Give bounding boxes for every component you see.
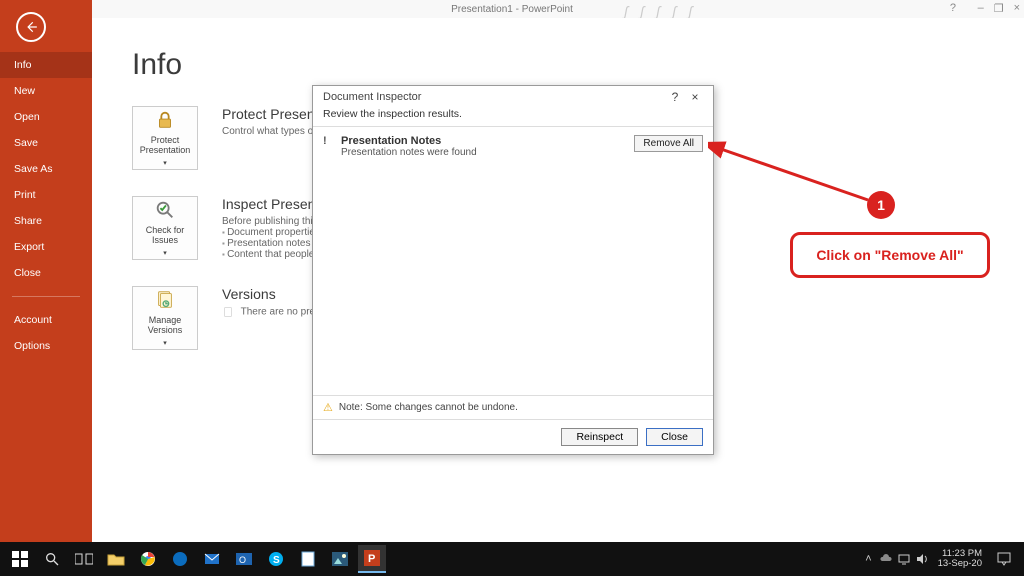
dialog-titlebar[interactable]: Document Inspector ? × (313, 86, 713, 106)
search-icon (44, 551, 60, 567)
task-view-icon (75, 552, 93, 566)
document-inspector-dialog: Document Inspector ? × Review the inspec… (312, 85, 714, 455)
mail-button[interactable] (198, 545, 226, 573)
nav-saveas[interactable]: Save As (0, 156, 92, 182)
remove-all-button[interactable]: Remove All (634, 135, 703, 152)
nav-new[interactable]: New (0, 78, 92, 104)
svg-text:O: O (239, 555, 246, 565)
dialog-close-button[interactable]: Close (646, 428, 703, 446)
annotation-callout: Click on "Remove All" (790, 232, 990, 278)
dialog-subtitle: Review the inspection results. (313, 106, 713, 127)
window-title: Presentation1 - PowerPoint (451, 4, 573, 15)
taskbar-date: 13-Sep-20 (938, 559, 982, 569)
nav-open[interactable]: Open (0, 104, 92, 130)
versions-icon (154, 289, 176, 311)
edge-button[interactable] (166, 545, 194, 573)
powerpoint-icon: P (364, 550, 380, 566)
notepad-icon (301, 551, 315, 567)
window-titlebar: Presentation1 - PowerPoint ? – ❐ × ʃʃʃʃʃ (0, 0, 1024, 18)
check-for-issues-button[interactable]: Check for Issues ▾ (132, 196, 198, 260)
protect-presentation-button[interactable]: Protect Presentation ▾ (132, 106, 198, 170)
lock-icon (154, 109, 176, 131)
protect-btn-label: Protect Presentation (133, 135, 197, 155)
nav-options[interactable]: Options (0, 333, 92, 359)
network-icon[interactable] (898, 553, 910, 565)
warning-icon: ⚠ (323, 401, 333, 414)
outlook-icon: O (236, 551, 252, 567)
inspection-result-row: ! Presentation Notes Presentation notes … (323, 135, 703, 158)
dialog-title: Document Inspector (323, 91, 421, 103)
edge-icon (172, 551, 188, 567)
notification-icon (997, 552, 1011, 566)
outlook-button[interactable]: O (230, 545, 258, 573)
page-title: Info (132, 48, 984, 82)
annotation-step-number: 1 (867, 191, 895, 219)
nav-export[interactable]: Export (0, 234, 92, 260)
chrome-icon (140, 551, 156, 567)
taskbar-left: O S P (6, 545, 386, 573)
alert-bang-icon: ! (323, 135, 333, 147)
nav-info[interactable]: Info (0, 52, 92, 78)
nav-save[interactable]: Save (0, 130, 92, 156)
backstage-sidebar: Info New Open Save Save As Print Share E… (0, 0, 92, 542)
nav-divider (12, 296, 80, 297)
svg-text:P: P (368, 553, 375, 565)
onedrive-icon[interactable] (880, 553, 892, 565)
taskbar-right: ˄ 11:23 PM 13-Sep-20 (865, 545, 1018, 573)
help-icon[interactable]: ? (950, 2, 956, 14)
magnifier-check-icon (154, 199, 176, 221)
svg-text:S: S (273, 555, 280, 566)
photos-button[interactable] (326, 545, 354, 573)
result-subtext: Presentation notes were found (341, 147, 626, 158)
tray-expand-icon[interactable]: ˄ (865, 553, 871, 565)
photos-icon (332, 552, 348, 566)
file-explorer-button[interactable] (102, 545, 130, 573)
notepad-button[interactable] (294, 545, 322, 573)
taskbar-clock[interactable]: 11:23 PM 13-Sep-20 (938, 549, 982, 569)
search-button[interactable] (38, 545, 66, 573)
nav-account[interactable]: Account (0, 307, 92, 333)
back-arrow-icon (24, 20, 38, 34)
mail-icon (204, 551, 220, 567)
dialog-body: ! Presentation Notes Presentation notes … (313, 127, 713, 395)
caret-icon: ▾ (163, 249, 167, 257)
nav-share[interactable]: Share (0, 208, 92, 234)
notification-center-button[interactable] (990, 545, 1018, 573)
windows-icon (12, 551, 28, 567)
reinspect-button[interactable]: Reinspect (561, 428, 638, 446)
task-view-button[interactable] (70, 545, 98, 573)
minimize-button[interactable]: – (978, 2, 984, 15)
inspect-btn-label: Check for Issues (133, 225, 197, 245)
dialog-close-x[interactable]: × (685, 90, 705, 104)
taskbar[interactable]: O S P ˄ 11:23 PM 13-Sep-20 (0, 542, 1024, 576)
dialog-footer: Reinspect Close (313, 419, 713, 454)
window-close-button[interactable]: × (1014, 2, 1020, 15)
folder-icon (107, 552, 125, 566)
dialog-help-button[interactable]: ? (665, 90, 685, 104)
powerpoint-button[interactable]: P (358, 545, 386, 573)
skype-button[interactable]: S (262, 545, 290, 573)
skype-icon: S (268, 551, 284, 567)
window-controls: – ❐ × (978, 2, 1020, 15)
result-title: Presentation Notes (341, 135, 626, 147)
dialog-note: ⚠ Note: Some changes cannot be undone. (313, 395, 713, 419)
nav-print[interactable]: Print (0, 182, 92, 208)
doc-icon (222, 306, 234, 318)
nav-close[interactable]: Close (0, 260, 92, 286)
versions-btn-label: Manage Versions (133, 315, 197, 335)
restore-button[interactable]: ❐ (994, 2, 1004, 15)
system-tray[interactable] (880, 553, 930, 565)
dialog-note-text: Note: Some changes cannot be undone. (339, 402, 518, 413)
caret-icon: ▾ (163, 339, 167, 347)
start-button[interactable] (6, 545, 34, 573)
volume-icon[interactable] (916, 554, 930, 564)
manage-versions-button[interactable]: Manage Versions ▾ (132, 286, 198, 350)
chrome-button[interactable] (134, 545, 162, 573)
back-button[interactable] (16, 12, 46, 42)
caret-icon: ▾ (163, 159, 167, 167)
